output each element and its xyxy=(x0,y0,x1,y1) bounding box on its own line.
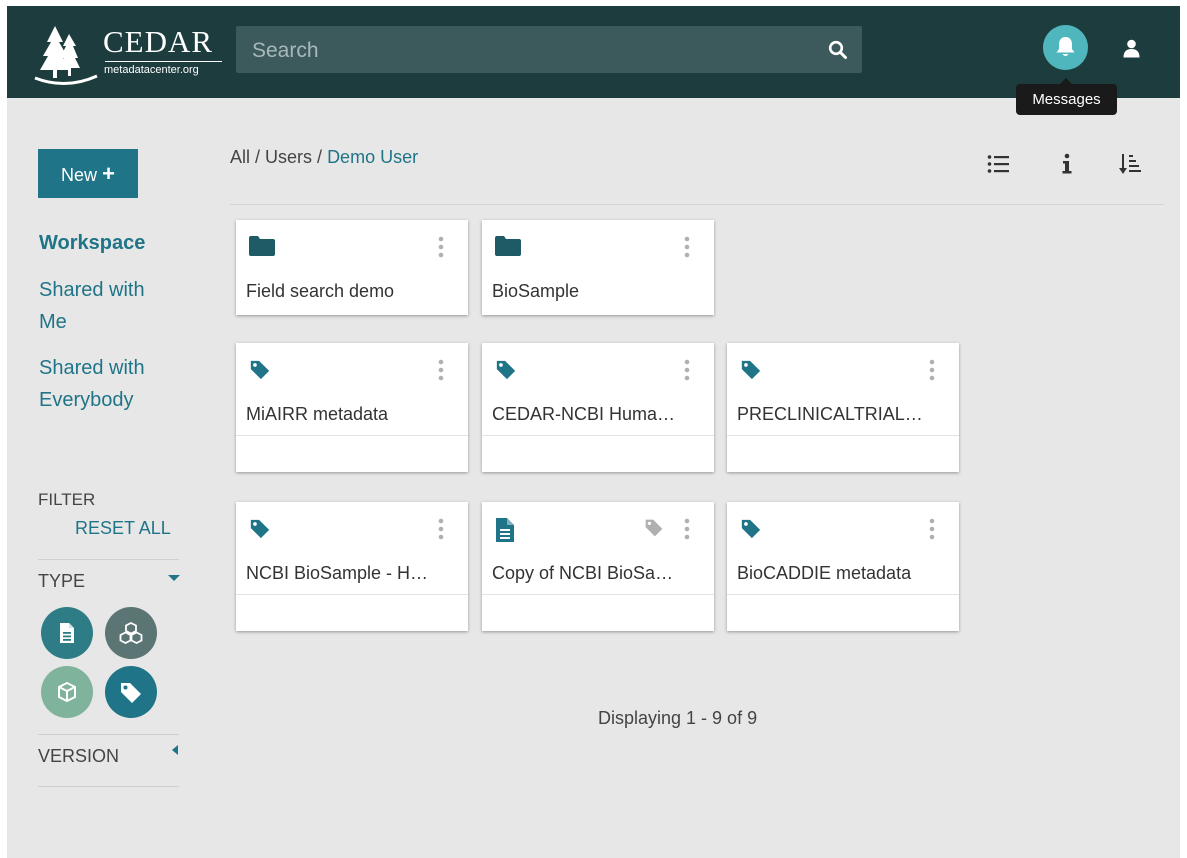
breadcrumb-separator: / xyxy=(312,147,328,167)
reset-all-link[interactable]: RESET ALL xyxy=(75,518,171,539)
filter-templates-button[interactable] xyxy=(105,666,157,718)
breadcrumb-all[interactable]: All xyxy=(230,147,250,167)
search-input[interactable]: Search xyxy=(252,39,319,63)
card-title[interactable]: Field search demo xyxy=(246,281,394,302)
logo-divider xyxy=(105,61,222,62)
card-divider xyxy=(727,435,959,436)
resource-card[interactable]: BioCADDIE metadata xyxy=(727,502,959,631)
tag-icon xyxy=(740,359,762,386)
card-divider xyxy=(482,594,714,595)
document-icon xyxy=(495,518,515,547)
breadcrumb: All / Users / Demo User xyxy=(230,147,418,168)
app-window: CEDAR metadatacenter.org Search Messages… xyxy=(7,6,1180,858)
search-bar[interactable]: Search xyxy=(236,26,862,73)
messages-tooltip: Messages xyxy=(1016,78,1117,115)
document-icon xyxy=(60,623,74,643)
filter-fields-button[interactable] xyxy=(41,666,93,718)
more-options-icon[interactable] xyxy=(929,518,935,545)
search-icon[interactable] xyxy=(828,40,848,60)
resource-card[interactable]: Copy of NCBI BioSa… xyxy=(482,502,714,631)
tag-icon xyxy=(249,359,271,386)
filter-instances-button[interactable] xyxy=(41,607,93,659)
tree-logo-icon xyxy=(34,26,98,86)
card-divider xyxy=(727,594,959,595)
list-view-icon[interactable] xyxy=(987,154,1011,174)
card-title[interactable]: BioSample xyxy=(492,281,579,302)
bell-icon xyxy=(1056,37,1075,56)
filter-heading: FILTER xyxy=(38,490,96,509)
type-filter-heading[interactable]: TYPE xyxy=(38,571,85,592)
resource-card[interactable]: CEDAR-NCBI Huma… xyxy=(482,343,714,472)
breadcrumb-current[interactable]: Demo User xyxy=(327,147,418,167)
caret-left-icon[interactable] xyxy=(172,745,178,755)
card-title[interactable]: CEDAR-NCBI Huma… xyxy=(492,404,675,425)
top-header: CEDAR metadatacenter.org Search xyxy=(7,6,1180,98)
more-options-icon[interactable] xyxy=(684,518,690,545)
new-button[interactable]: New + xyxy=(38,149,138,198)
tag-icon xyxy=(495,359,517,386)
tag-icon xyxy=(740,518,762,545)
filter-divider xyxy=(38,559,179,560)
logo-subtitle: metadatacenter.org xyxy=(104,64,199,76)
folder-icon xyxy=(495,236,521,261)
card-divider xyxy=(236,435,468,436)
card-title[interactable]: PRECLINICALTRIAL… xyxy=(737,404,923,425)
more-options-icon[interactable] xyxy=(684,359,690,386)
resource-card[interactable]: MiAIRR metadata xyxy=(236,343,468,472)
nav-workspace[interactable]: Workspace xyxy=(39,227,189,259)
card-title[interactable]: BioCADDIE metadata xyxy=(737,563,911,584)
tag-icon xyxy=(121,683,141,703)
toolbar-divider xyxy=(230,204,1164,205)
type-divider xyxy=(38,734,179,735)
info-icon[interactable] xyxy=(1061,153,1073,175)
messages-button[interactable] xyxy=(1043,25,1088,70)
breadcrumb-users[interactable]: Users xyxy=(265,147,312,167)
pagination-status: Displaying 1 - 9 of 9 xyxy=(598,708,758,728)
card-title[interactable]: NCBI BioSample - H… xyxy=(246,563,428,584)
more-options-icon[interactable] xyxy=(438,518,444,545)
more-options-icon[interactable] xyxy=(438,359,444,386)
folder-icon xyxy=(249,236,275,261)
resource-card[interactable]: NCBI BioSample - H… xyxy=(236,502,468,631)
more-options-icon[interactable] xyxy=(929,359,935,386)
caret-down-icon[interactable] xyxy=(168,575,180,581)
folder-card[interactable]: BioSample xyxy=(482,220,714,315)
resource-card[interactable]: PRECLINICALTRIAL… xyxy=(727,343,959,472)
card-title[interactable]: Copy of NCBI BioSa… xyxy=(492,563,673,584)
nav-shared-with-me[interactable]: Shared with Me xyxy=(39,274,169,338)
cubes-icon xyxy=(119,621,143,645)
filter-elements-button[interactable] xyxy=(105,607,157,659)
tag-icon xyxy=(249,518,271,545)
nav-shared-with-everybody[interactable]: Shared with Everybody xyxy=(39,352,174,416)
template-tag-icon xyxy=(644,518,664,543)
user-icon[interactable] xyxy=(1123,39,1140,58)
plus-icon: + xyxy=(102,161,115,186)
card-divider xyxy=(236,594,468,595)
card-divider xyxy=(482,435,714,436)
sort-icon[interactable] xyxy=(1119,152,1141,176)
version-divider xyxy=(38,786,179,787)
new-button-label: New xyxy=(61,165,98,185)
logo-title: CEDAR xyxy=(103,24,214,59)
cedar-logo[interactable]: CEDAR metadatacenter.org xyxy=(33,22,228,86)
card-title[interactable]: MiAIRR metadata xyxy=(246,404,388,425)
more-options-icon[interactable] xyxy=(438,236,444,263)
more-options-icon[interactable] xyxy=(684,236,690,263)
cube-icon xyxy=(58,681,76,703)
folder-card[interactable]: Field search demo xyxy=(236,220,468,315)
breadcrumb-separator: / xyxy=(250,147,266,167)
version-filter-heading[interactable]: VERSION xyxy=(38,746,119,767)
